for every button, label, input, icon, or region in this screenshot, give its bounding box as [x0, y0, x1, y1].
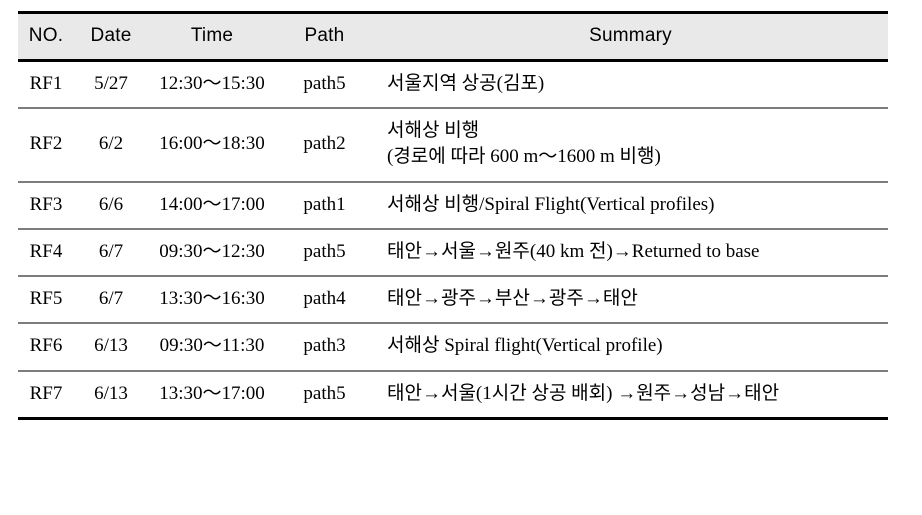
cell-summary: 태안→서울→원주(40 km 전)→Returned to base [373, 228, 888, 278]
cell-time: 16:00～18:30 [148, 108, 276, 183]
cell-summary: 서해상 비행/Spiral Flight(Vertical profiles) [373, 181, 888, 230]
cell-path: path5 [276, 60, 373, 110]
cell-no: RF6 [18, 323, 74, 372]
cell-summary: 태안→서울(1시간 상공 배회) →원주→성남→태안 [373, 370, 888, 420]
summary-line: 서해상 Spiral flight(Vertical profile) [387, 335, 663, 357]
cell-time: 09:30～11:30 [148, 323, 276, 372]
summary-line: 서울지역 상공(김포) [387, 73, 545, 94]
table-row: RF5 6/7 13:30～16:30 path4 태안→광주→부산→광주→태안 [18, 276, 888, 325]
column-header-path: Path [276, 11, 373, 62]
cell-path: path5 [276, 370, 373, 420]
cell-summary: 서해상 비행 (경로에 따라 600 m～1600 m 비행) [373, 108, 888, 183]
cell-path: path1 [276, 181, 373, 230]
cell-date: 6/7 [74, 276, 148, 325]
cell-time: 14:00～17:00 [148, 181, 276, 230]
cell-no: RF5 [18, 276, 74, 325]
cell-path: path5 [276, 228, 373, 278]
summary-line: 서해상 비행 [387, 120, 480, 142]
cell-summary: 서해상 Spiral flight(Vertical profile) [373, 323, 888, 372]
cell-date: 6/7 [74, 228, 148, 278]
summary-line: (경로에 따라 600 m～1600 m 비행) [387, 146, 661, 168]
cell-no: RF4 [18, 228, 74, 278]
column-header-time: Time [148, 11, 276, 62]
cell-summary: 태안→광주→부산→광주→태안 [373, 276, 888, 325]
cell-no: RF2 [18, 108, 74, 183]
cell-path: path2 [276, 108, 373, 183]
cell-no: RF1 [18, 60, 74, 110]
table-header-row: NO. Date Time Path Summary [18, 11, 888, 62]
table-header: NO. Date Time Path Summary [18, 11, 888, 62]
table-row: RF6 6/13 09:30～11:30 path3 서해상 Spiral flight… [18, 323, 888, 372]
cell-time: 13:30～17:00 [148, 370, 276, 420]
flight-log-table: NO. Date Time Path Summary RF1 5/27 12:30～… [18, 11, 888, 420]
table-row: RF2 6/2 16:00～18:30 path2 서해상 비행 (경로에 따라 600 … [18, 108, 888, 183]
summary-line: 서해상 비행/Spiral Flight(Vertical profiles) [387, 193, 715, 215]
cell-date: 6/13 [74, 370, 148, 420]
cell-date: 5/27 [74, 60, 148, 110]
summary-line: 태안→광주→부산→광주→태안 [387, 288, 638, 310]
cell-no: RF3 [18, 181, 74, 230]
cell-date: 6/6 [74, 181, 148, 230]
column-header-summary: Summary [373, 11, 888, 62]
cell-time: 12:30～15:30 [148, 60, 276, 110]
cell-path: path4 [276, 276, 373, 325]
cell-date: 6/2 [74, 108, 148, 183]
cell-path: path3 [276, 323, 373, 372]
table-row: RF1 5/27 12:30～15:30 path5 서울지역 상공(김포) [18, 60, 888, 110]
summary-line: 태안→서울(1시간 상공 배회) →원주→성남→태안 [387, 382, 780, 404]
cell-date: 6/13 [74, 323, 148, 372]
table-body: RF1 5/27 12:30～15:30 path5 서울지역 상공(김포) RF2 6/2… [18, 60, 888, 420]
cell-time: 09:30～12:30 [148, 228, 276, 278]
table-row: RF7 6/13 13:30～17:00 path5 태안→서울(1시간 상공 배회) … [18, 370, 888, 420]
summary-line: 태안→서울→원주(40 km 전)→Returned to base [387, 240, 760, 262]
table-row: RF3 6/6 14:00～17:00 path1 서해상 비행/Spiral Flig… [18, 181, 888, 230]
cell-time: 13:30～16:30 [148, 276, 276, 325]
cell-no: RF7 [18, 370, 74, 420]
flight-log-table-container: NO. Date Time Path Summary RF1 5/27 12:30～… [18, 11, 888, 420]
cell-summary: 서울지역 상공(김포) [373, 60, 888, 110]
column-header-date: Date [74, 11, 148, 62]
table-row: RF4 6/7 09:30～12:30 path5 태안→서울→원주(40 km 전)→… [18, 228, 888, 278]
column-header-no: NO. [18, 11, 74, 62]
